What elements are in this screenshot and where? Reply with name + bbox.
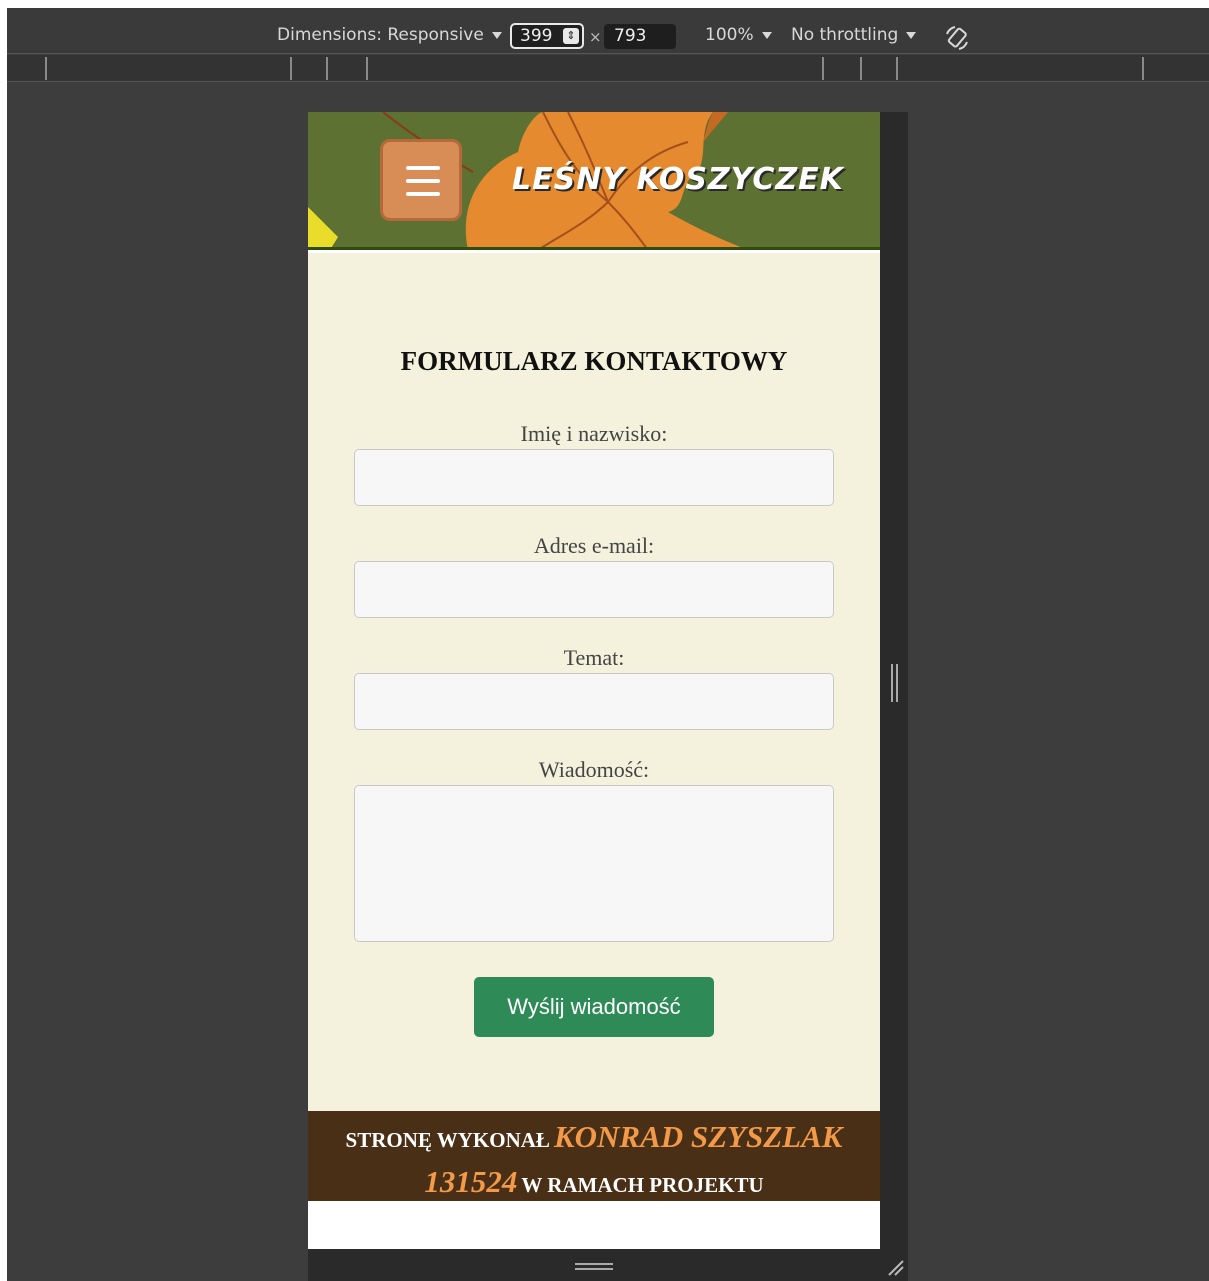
email-field[interactable] (354, 561, 834, 618)
contact-form-section: FORMULARZ KONTAKTOWY Imię i nazwisko: Ad… (308, 253, 880, 1111)
zoom-dropdown[interactable]: 100% (705, 25, 772, 45)
dropdown-caret-icon (906, 31, 917, 39)
ruler-tick (896, 57, 898, 80)
message-label: Wiadomość: (538, 757, 650, 782)
side-resize-handle-icon[interactable] (891, 664, 898, 702)
dropdown-caret-icon (491, 31, 502, 39)
ruler-tick (45, 57, 47, 80)
rotate-icon[interactable] (943, 24, 971, 52)
footer-text-made-by: STRONĘ WYKONAŁ (345, 1128, 550, 1152)
resize-corner-icon[interactable] (885, 1257, 905, 1277)
width-value: 399 (520, 26, 553, 46)
dimensions-dropdown[interactable]: Dimensions: Responsive (277, 25, 502, 45)
subject-field[interactable] (354, 673, 834, 730)
footer-line-2: 131524 W RAMACH PROJEKTU (308, 1162, 880, 1207)
ruler-tick (290, 57, 292, 80)
spinner-arrows-icon[interactable]: ⇕ (563, 28, 579, 44)
height-input[interactable]: 793 (604, 24, 676, 49)
email-label: Adres e-mail: (533, 533, 655, 558)
ruler-tick (822, 57, 824, 80)
form-title: FORMULARZ KONTAKTOWY (400, 346, 788, 376)
submit-button[interactable]: Wyślij wiadomość (474, 977, 714, 1037)
width-input[interactable]: 399 ⇕ (510, 23, 584, 49)
footer-author: KONRAD SZYSZLAK (553, 1119, 843, 1154)
device-viewport: LEŚNY KOSZYCZEK FORMULARZ KONTAKTOWY Imi… (308, 112, 880, 1249)
name-label: Imię i nazwisko: (520, 421, 668, 446)
subject-label: Temat: (563, 645, 625, 670)
dimensions-label: Dimensions: Responsive (277, 25, 484, 45)
footer-text-project: W RAMACH PROJEKTU (521, 1173, 764, 1197)
site-footer: STRONĘ WYKONAŁ KONRAD SZYSZLAK 131524 W … (308, 1111, 880, 1201)
site-title[interactable]: LEŚNY KOSZYCZEK (512, 162, 844, 197)
zoom-label: 100% (705, 25, 754, 45)
ruler-tick (326, 57, 328, 80)
footer-index: 131524 (424, 1164, 518, 1199)
ruler-tick (860, 57, 862, 80)
throttling-dropdown[interactable]: No throttling (791, 25, 917, 45)
name-field[interactable] (354, 449, 834, 506)
dimension-separator: × (589, 28, 602, 46)
menu-button[interactable] (380, 139, 462, 221)
media-query-ruler (7, 55, 1209, 82)
ruler-tick (1142, 57, 1144, 80)
ruler-tick (366, 57, 368, 80)
dropdown-caret-icon (761, 31, 772, 39)
footer-line-1: STRONĘ WYKONAŁ KONRAD SZYSZLAK (308, 1117, 880, 1162)
devtools-responsive-panel: Dimensions: Responsive 399 ⇕ × 793 100% N… (7, 8, 1209, 1281)
devtools-toolbar: Dimensions: Responsive 399 ⇕ × 793 100% N… (7, 8, 1209, 54)
bottom-resize-handle-icon[interactable] (575, 1263, 613, 1270)
site-header: LEŚNY KOSZYCZEK (308, 112, 880, 250)
throttling-label: No throttling (791, 25, 899, 45)
message-textarea[interactable] (354, 785, 834, 942)
